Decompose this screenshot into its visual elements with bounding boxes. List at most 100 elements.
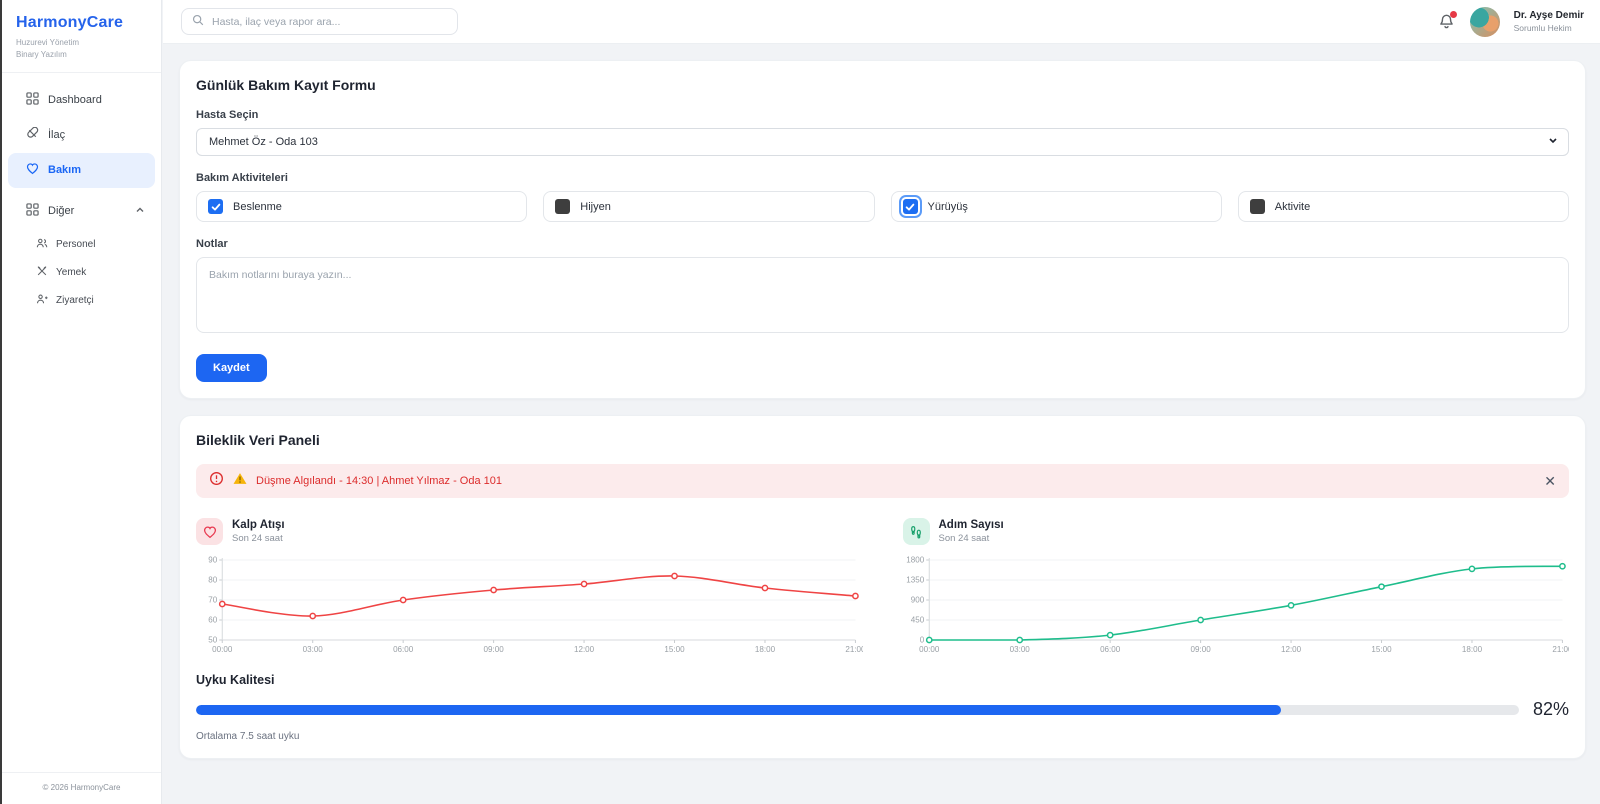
svg-text:03:00: 03:00 xyxy=(1009,645,1030,654)
sidebar-nav: Dashboard İlaç Bakım Diğer Personel xyxy=(2,73,161,315)
notifications-button[interactable] xyxy=(1438,13,1456,31)
heart-icon xyxy=(196,518,223,545)
svg-text:0: 0 xyxy=(919,636,924,645)
patient-select-value: Mehmet Öz - Oda 103 xyxy=(209,136,318,148)
svg-text:03:00: 03:00 xyxy=(303,645,324,654)
utensils-icon xyxy=(36,265,48,280)
svg-text:00:00: 00:00 xyxy=(919,645,940,654)
svg-text:1350: 1350 xyxy=(906,576,924,585)
patient-select[interactable]: Mehmet Öz - Oda 103 xyxy=(196,128,1569,156)
alert-circle-icon xyxy=(209,471,224,491)
main-content: Günlük Bakım Kayıt Formu Hasta Seçin Meh… xyxy=(163,44,1600,804)
svg-text:15:00: 15:00 xyxy=(664,645,685,654)
heart-rate-chart-block: Kalp Atışı Son 24 saat 506070809000:0003… xyxy=(196,518,863,655)
sleep-progress-row: 82% xyxy=(196,699,1569,720)
user-role: Sorumlu Hekim xyxy=(1514,23,1584,33)
warning-triangle-icon xyxy=(233,472,247,490)
activities-label: Bakım Aktiviteleri xyxy=(196,172,1569,184)
checkbox-icon xyxy=(208,199,223,214)
topbar-right: Dr. Ayşe Demir Sorumlu Hekim xyxy=(1438,7,1600,37)
svg-text:450: 450 xyxy=(910,616,924,625)
chart-subtitle: Son 24 saat xyxy=(232,533,285,544)
brand-tagline-2: Binary Yazılım xyxy=(16,49,161,61)
app-root: HarmonyCare Huzurevi Yönetim Binary Yazı… xyxy=(0,0,1600,804)
svg-text:06:00: 06:00 xyxy=(393,645,414,654)
sidebar-item-yemek[interactable]: Yemek xyxy=(2,259,161,287)
save-button[interactable]: Kaydet xyxy=(196,354,267,382)
wearable-panel-card: Bileklik Veri Paneli Düşme Algılandı - 1… xyxy=(179,415,1586,759)
svg-text:15:00: 15:00 xyxy=(1371,645,1392,654)
pill-icon xyxy=(26,127,39,143)
user-info: Dr. Ayşe Demir Sorumlu Hekim xyxy=(1514,10,1584,33)
sidebar-item-label: Diğer xyxy=(48,205,74,217)
chart-subtitle: Son 24 saat xyxy=(939,533,1004,544)
user-name: Dr. Ayşe Demir xyxy=(1514,10,1584,21)
sidebar-item-ziyaretci[interactable]: Ziyaretçi xyxy=(2,287,161,315)
svg-text:06:00: 06:00 xyxy=(1100,645,1121,654)
sidebar-item-personel[interactable]: Personel xyxy=(2,231,161,259)
search-icon xyxy=(192,13,204,31)
sidebar-item-label: Bakım xyxy=(48,164,81,176)
svg-text:70: 70 xyxy=(208,596,218,605)
grid-icon xyxy=(26,92,39,108)
sleep-progress-fill xyxy=(196,705,1281,715)
activity-checkbox-yuruyus[interactable]: Yürüyüş xyxy=(891,191,1222,222)
chevron-down-icon xyxy=(1548,136,1558,149)
activities-row: Beslenme Hijyen Yürüyüş Aktivite xyxy=(196,191,1569,222)
sidebar-item-label: Ziyaretçi xyxy=(56,295,94,306)
sidebar-item-bakim[interactable]: Bakım xyxy=(8,153,155,188)
chevron-up-icon xyxy=(135,205,145,218)
notes-textarea[interactable] xyxy=(196,257,1569,333)
sleep-quality-title: Uyku Kalitesi xyxy=(196,673,1569,687)
sleep-caption: Ortalama 7.5 saat uyku xyxy=(196,731,1569,742)
form-title: Günlük Bakım Kayıt Formu xyxy=(196,77,1569,93)
svg-text:09:00: 09:00 xyxy=(484,645,505,654)
notes-label: Notlar xyxy=(196,238,1569,250)
sleep-percent: 82% xyxy=(1533,699,1569,720)
sidebar-item-diger[interactable]: Diğer xyxy=(8,194,155,229)
checkbox-icon xyxy=(555,199,570,214)
sidebar-subnav: Personel Yemek Ziyaretçi xyxy=(2,229,161,315)
checkbox-icon xyxy=(1250,199,1265,214)
steps-chart-block: Adım Sayısı Son 24 saat 0450900135018000… xyxy=(903,518,1570,655)
patient-select-label: Hasta Seçin xyxy=(196,109,1569,121)
sidebar-item-dashboard[interactable]: Dashboard xyxy=(8,83,155,118)
chart-title: Adım Sayısı xyxy=(939,519,1004,531)
people-icon xyxy=(36,237,48,252)
close-icon[interactable]: ✕ xyxy=(1544,474,1556,488)
svg-text:18:00: 18:00 xyxy=(1461,645,1482,654)
sidebar-item-label: İlaç xyxy=(48,129,65,141)
sidebar-item-ilac[interactable]: İlaç xyxy=(8,118,155,153)
brand-tagline-1: Huzurevi Yönetim xyxy=(16,37,161,49)
activity-checkbox-beslenme[interactable]: Beslenme xyxy=(196,191,527,222)
heart-rate-line-chart: 506070809000:0003:0006:0009:0012:0015:00… xyxy=(196,553,863,655)
svg-text:50: 50 xyxy=(208,636,218,645)
avatar[interactable] xyxy=(1470,7,1500,37)
search-box[interactable] xyxy=(181,8,458,35)
sleep-progress-track xyxy=(196,705,1519,715)
svg-text:90: 90 xyxy=(208,556,218,565)
fall-alert: Düşme Algılandı - 14:30 | Ahmet Yılmaz -… xyxy=(196,464,1569,498)
charts-row: Kalp Atışı Son 24 saat 506070809000:0003… xyxy=(196,518,1569,655)
user-plus-icon xyxy=(36,293,48,308)
sidebar-item-label: Personel xyxy=(56,239,95,250)
grid-icon xyxy=(26,203,39,219)
svg-text:900: 900 xyxy=(910,596,924,605)
sidebar-item-label: Yemek xyxy=(56,267,86,278)
svg-text:80: 80 xyxy=(208,576,218,585)
topbar: Dr. Ayşe Demir Sorumlu Hekim xyxy=(163,0,1600,44)
svg-text:00:00: 00:00 xyxy=(212,645,233,654)
footprints-icon xyxy=(903,518,930,545)
brand-block: HarmonyCare Huzurevi Yönetim Binary Yazı… xyxy=(2,0,161,73)
notification-badge xyxy=(1450,11,1457,18)
search-input[interactable] xyxy=(212,16,447,28)
svg-text:21:00: 21:00 xyxy=(1552,645,1569,654)
heart-icon xyxy=(26,162,39,178)
app-logo: HarmonyCare xyxy=(16,14,161,32)
steps-line-chart: 04509001350180000:0003:0006:0009:0012:00… xyxy=(903,553,1570,655)
activity-checkbox-aktivite[interactable]: Aktivite xyxy=(1238,191,1569,222)
svg-text:09:00: 09:00 xyxy=(1190,645,1211,654)
sidebar-footer: © 2026 HarmonyCare xyxy=(2,772,161,804)
activity-checkbox-hijyen[interactable]: Hijyen xyxy=(543,191,874,222)
svg-text:12:00: 12:00 xyxy=(1280,645,1301,654)
